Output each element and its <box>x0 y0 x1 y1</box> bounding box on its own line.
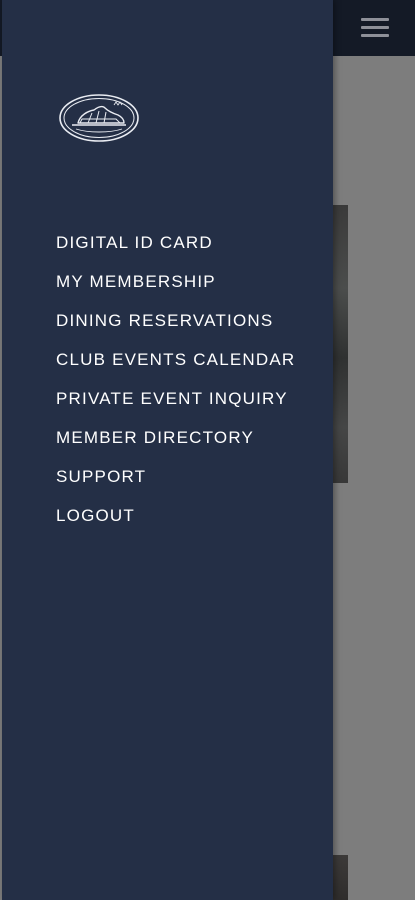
menu-item-dining-reservations[interactable]: DINING RESERVATIONS <box>56 310 296 331</box>
club-logo-icon[interactable] <box>58 93 140 143</box>
menu-item-logout[interactable]: LOGOUT <box>56 505 296 526</box>
menu-item-my-membership[interactable]: MY MEMBERSHIP <box>56 271 296 292</box>
hamburger-menu-icon[interactable] <box>361 18 389 38</box>
menu-item-member-directory[interactable]: MEMBER DIRECTORY <box>56 427 296 448</box>
menu-item-private-event-inquiry[interactable]: PRIVATE EVENT INQUIRY <box>56 388 296 409</box>
menu-item-support[interactable]: SUPPORT <box>56 466 296 487</box>
menu-item-digital-id-card[interactable]: DIGITAL ID CARD <box>56 232 296 253</box>
background-hero-image <box>333 205 348 483</box>
background-card-image <box>333 855 348 900</box>
navigation-drawer: DIGITAL ID CARD MY MEMBERSHIP DINING RES… <box>2 0 333 900</box>
drawer-menu: DIGITAL ID CARD MY MEMBERSHIP DINING RES… <box>56 232 296 544</box>
menu-item-club-events-calendar[interactable]: CLUB EVENTS CALENDAR <box>56 349 296 370</box>
app-screen: DIGITAL ID CARD MY MEMBERSHIP DINING RES… <box>0 0 415 900</box>
